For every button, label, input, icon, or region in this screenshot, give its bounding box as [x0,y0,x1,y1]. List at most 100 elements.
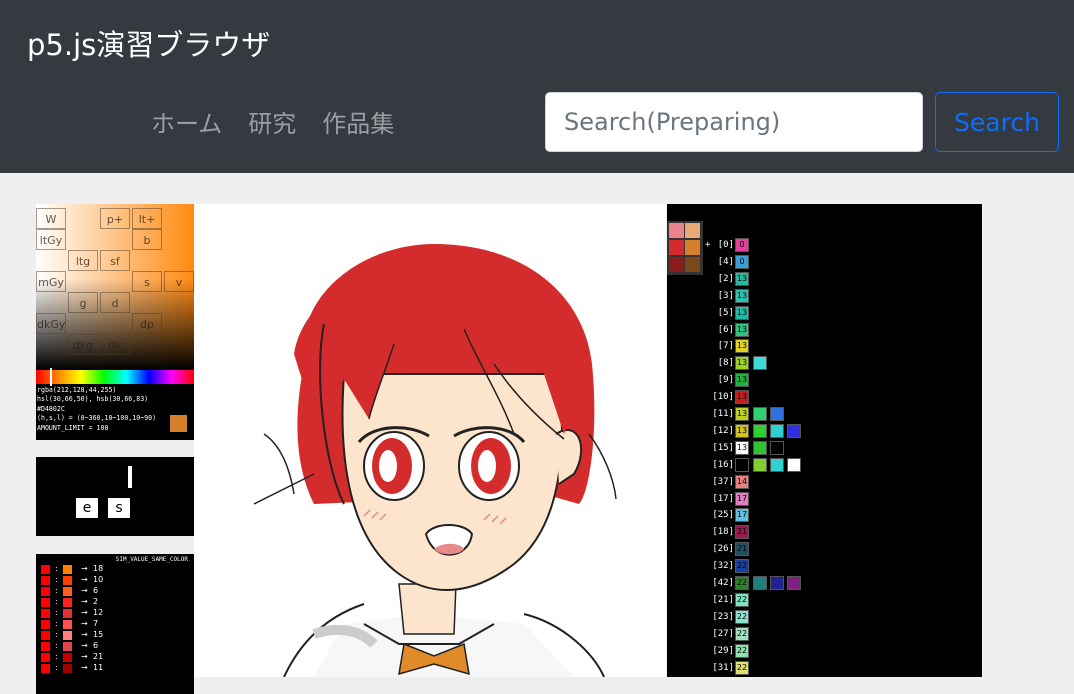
key-tile-s: s [108,498,130,518]
palette-row-extra-color [770,440,784,455]
palette-row-label: [4] [717,256,734,267]
current-color-swatch [170,415,187,432]
tone-cell-sf: sf [100,250,130,271]
palette-row-label: [9] [717,375,734,386]
palette-row: [8] 13 [667,355,982,371]
palette-row-extra-color [753,440,767,455]
tone-cell-dp: dp [132,313,162,334]
arrow-icon: → [81,597,88,606]
nav-link-research[interactable]: 研究 [248,104,296,139]
rgba-line: rgba(212,128,44,255) [37,386,117,394]
palette-row: [17] 17 [667,491,982,507]
match-count: 6 [93,586,99,595]
palette-row-color: 0 [735,254,749,269]
nav-link-works[interactable]: 作品集 [322,104,394,139]
match-swatch [63,653,72,662]
palette-row-color: 13 [735,271,749,286]
source-swatch [41,631,50,640]
arrow-icon: → [81,575,88,584]
tone-cell-lt+: lt+ [132,208,162,229]
palette-swatch [685,223,700,238]
source-swatch [41,576,50,585]
palette-row: [4] 0 [667,254,982,270]
source-swatch [41,642,50,651]
palette-row: [26] 21 [667,541,982,557]
palette-row-color: 13 [735,322,749,337]
palette-row: [5] 13 [667,305,982,321]
same-color-row: : → 11 [41,663,181,674]
anime-girl-illustration [253,244,617,677]
typing-sketch-thumbnail[interactable]: e s [36,457,194,536]
palette-row-color: 22 [735,559,749,574]
nav-link-home[interactable]: ホーム [151,104,222,139]
palette-row-extra-color [753,356,767,371]
arrow-icon: → [81,663,88,672]
amount-line: AMOUNT_LIMIT = 100 [37,423,109,432]
palette-row-label: [16] [712,459,734,470]
palette-row-label: [8] [717,358,734,369]
color-info: rgba(212,128,44,255) hsl(30,66,50), hsb(… [37,386,187,433]
match-count: 21 [93,652,104,661]
palette-row-color: 13 [735,423,749,438]
palette-row-color [735,457,749,472]
palette-row-label: [29] [712,645,734,656]
palette-row: [25] 17 [667,507,982,523]
palette-row-extra-color [753,576,767,590]
match-swatch [63,664,72,673]
same-color-row: : → 21 [41,652,181,663]
same-color-row: : → 2 [41,597,181,608]
palette-row-label: [10] [712,392,734,403]
palette-row-extra-color [770,576,784,590]
same-color-row: : → 7 [41,619,181,630]
tone-cell-ltGy: ltGy [36,229,66,250]
palette-row-color: 22 [735,609,749,624]
palette-row: [27] 22 [667,626,982,642]
palette-row-color: 13 [735,356,749,371]
separator: : [55,564,58,573]
range-line: (h,s,l) = (0~360,10~100,10~90) [37,414,157,423]
brand-title[interactable]: p5.js演習ブラウザ [27,22,270,64]
palette-row: [3] 13 [667,288,982,304]
match-swatch [63,598,72,607]
separator: : [55,608,58,617]
palette-row: [11] 13 [667,406,982,422]
source-swatch [41,598,50,607]
palette-row-color: 17 [735,491,749,506]
palette-row-label: [17] [712,493,734,504]
palette-row-color: 22 [735,592,749,607]
palette-row-color: 0 [735,238,749,252]
palette-row-extra-color [787,576,801,590]
palette-row-extra-color [753,457,767,472]
same-color-row: : → 6 [41,586,181,597]
key-tile-e: e [76,498,98,518]
palette-row-label: [0] [717,240,734,250]
palette-row: [42] 22 [667,575,982,591]
match-count: 2 [93,597,99,606]
palette-row: [12] 13 [667,423,982,439]
palette-row-color: 13 [735,407,749,421]
match-count: 12 [93,608,104,617]
palette-row-color: 22 [735,576,749,590]
match-swatch [63,576,72,585]
palette-row-label: [25] [712,510,734,521]
color-picker-sketch-thumbnail[interactable]: Wp+ lt+ ltGy b ltg sf mGy s v g d dkGy dp dkg dk rgba(… [36,204,194,440]
palette-row-color: 13 [735,339,749,354]
palette-list-sketch-thumbnail[interactable]: + [0] 0 [4] 0 [2] 13 [3] 13 [5] 13 [6] 13 [7] 13 [8] 13… [667,204,982,677]
search-button[interactable]: Search [935,92,1059,152]
palette-row-extra-color [787,423,801,438]
tone-cell-dk: dk [100,334,130,355]
palette-row-label: [15] [712,442,734,453]
arrow-icon: → [81,564,88,573]
palette-row-extra-color [770,423,784,438]
palette-row-color: 13 [735,373,749,388]
tone-cell-p+: p+ [100,208,130,229]
palette-row: [37] 14 [667,474,982,490]
palette-row-extra-color [753,423,767,438]
main-nav: ホーム 研究 作品集 [151,104,394,139]
palette-row-color: 22 [735,643,749,658]
search-input[interactable] [545,92,923,152]
illustration-thumbnail[interactable] [194,204,666,677]
same-color-row: : → 18 [41,564,181,575]
separator: : [55,630,58,639]
same-color-sketch-thumbnail[interactable]: SIM_VALUE_SAME_COLOR : → 18: → 10: → 6: → 2: → 12:… [36,554,194,694]
